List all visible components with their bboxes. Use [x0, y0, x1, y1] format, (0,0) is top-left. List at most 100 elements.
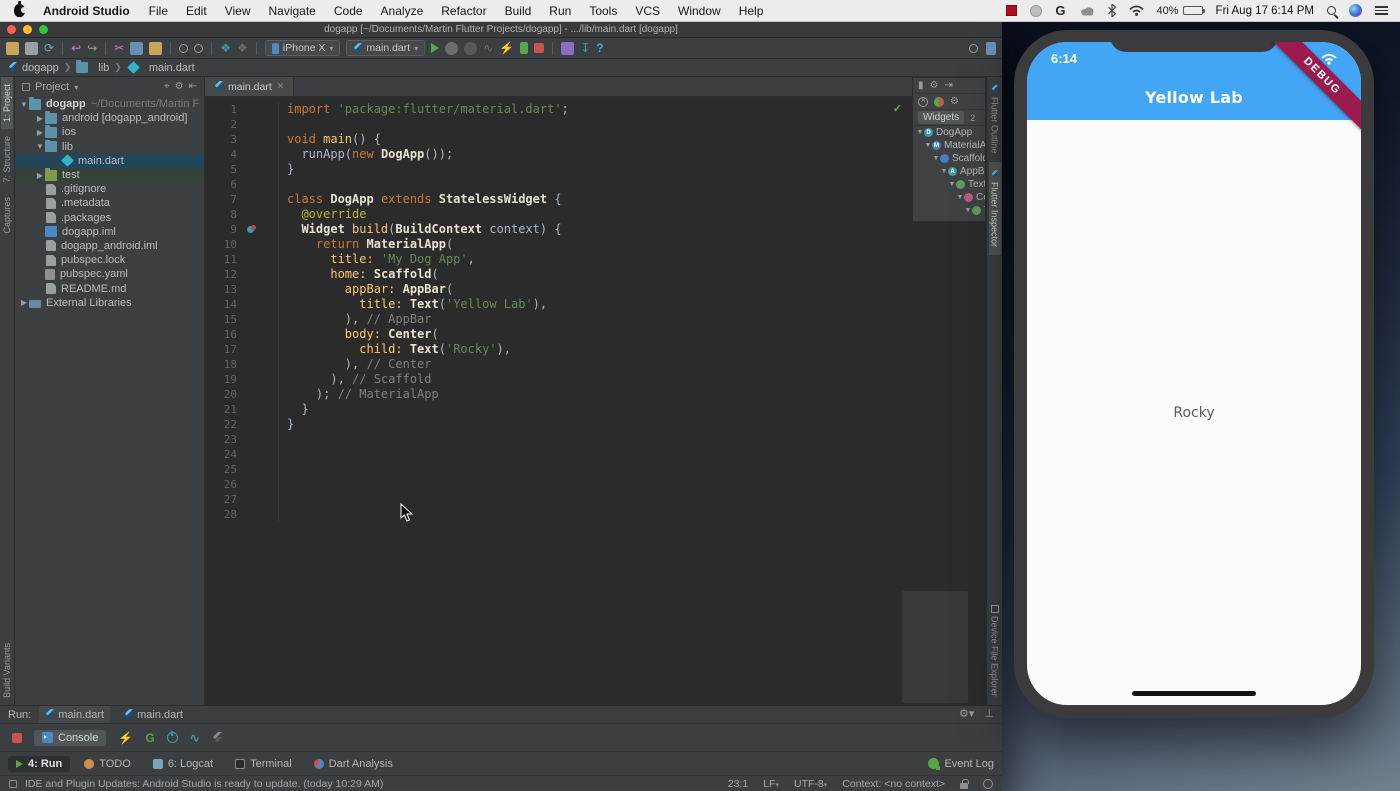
breadcrumb-item[interactable]: main.dart: [149, 62, 195, 74]
code-line-19[interactable]: 19 ), // Scaffold: [205, 372, 986, 387]
gutter[interactable]: [237, 282, 279, 297]
bluetooth-icon[interactable]: [1108, 4, 1116, 17]
tree-arrow-icon[interactable]: ▶: [35, 171, 45, 180]
breadcrumb-item[interactable]: lib: [98, 62, 109, 74]
code-line-10[interactable]: 10 return MaterialApp(: [205, 237, 986, 252]
tool-tab-flutter-inspector[interactable]: Flutter Inspector: [989, 162, 1001, 255]
tree-item-dogapp[interactable]: ▼dogapp~/Documents/Martin F: [15, 97, 204, 111]
project-panel-title[interactable]: Project: [35, 81, 69, 93]
tree-arrow-icon[interactable]: ▼: [19, 100, 29, 109]
gutter[interactable]: [237, 327, 279, 342]
code-line-11[interactable]: 11 title: 'My Dog App',: [205, 252, 986, 267]
menu-app-name[interactable]: Android Studio: [33, 4, 140, 18]
attach-device-icon[interactable]: [520, 42, 528, 54]
widget-tree-item-text[interactable]: ▼Text: [913, 178, 985, 191]
gutter[interactable]: [237, 177, 279, 192]
tree-item-readme.md[interactable]: README.md: [15, 281, 204, 295]
zoom-window-button[interactable]: [39, 25, 48, 34]
run-button[interactable]: [431, 43, 439, 53]
code-line-13[interactable]: 13 appBar: AppBar(: [205, 282, 986, 297]
tree-arrow-icon[interactable]: ▼: [948, 181, 956, 188]
lock-icon[interactable]: [960, 783, 968, 789]
flutter-attach-icon[interactable]: [212, 732, 222, 744]
gutter[interactable]: [237, 387, 279, 402]
gutter[interactable]: [237, 267, 279, 282]
status-circle-icon[interactable]: [1030, 5, 1042, 17]
gutter[interactable]: [237, 432, 279, 447]
paste-icon[interactable]: [149, 42, 162, 55]
settings-gear-icon[interactable]: ⚙: [950, 96, 959, 107]
code-line-23[interactable]: 23: [205, 432, 986, 447]
tree-item-external-libraries[interactable]: ▶External Libraries: [15, 296, 204, 310]
screen-record-icon[interactable]: [1006, 5, 1017, 16]
editor-tab-maindart[interactable]: main.dart ✕: [205, 77, 294, 96]
run-tab[interactable]: main.dart: [118, 706, 189, 723]
tool-tab-terminal[interactable]: Terminal: [227, 756, 300, 772]
tree-arrow-icon[interactable]: ▶: [35, 114, 45, 123]
tree-arrow-icon[interactable]: ▼: [932, 155, 940, 162]
tool-tab-captures[interactable]: Captures: [1, 190, 13, 241]
gutter[interactable]: [237, 102, 279, 117]
wifi-icon[interactable]: [1129, 5, 1144, 16]
gutter[interactable]: [237, 297, 279, 312]
gutter[interactable]: [237, 117, 279, 132]
menu-item-help[interactable]: Help: [730, 4, 773, 18]
tree-item-android-dogapp-android-[interactable]: ▶android [dogapp_android]: [15, 111, 204, 125]
app-quit-icon[interactable]: [167, 732, 178, 743]
gutter[interactable]: [237, 222, 279, 237]
tool-tab-6-logcat[interactable]: 6: Logcat: [145, 756, 221, 772]
menu-item-edit[interactable]: Edit: [177, 4, 216, 18]
toolwindow-toggle-icon[interactable]: [9, 780, 17, 788]
tree-arrow-icon[interactable]: ▼: [940, 168, 948, 175]
menu-bar-clock[interactable]: Fri Aug 17 6:14 PM: [1216, 5, 1314, 17]
project-structure-icon[interactable]: [986, 42, 996, 55]
debug-button[interactable]: [445, 42, 458, 55]
gutter[interactable]: [237, 462, 279, 477]
code-line-24[interactable]: 24: [205, 447, 986, 462]
code-line-15[interactable]: 15 ), // AppBar: [205, 312, 986, 327]
tool-tab-flutter-outline[interactable]: Flutter Outline: [989, 77, 1001, 162]
tree-item-pubspec.yaml[interactable]: pubspec.yaml: [15, 267, 204, 281]
tree-item-lib[interactable]: ▼lib: [15, 140, 204, 154]
hot-restart-icon[interactable]: G: [145, 731, 154, 745]
tree-item-dogapp-android.iml[interactable]: dogapp_android.iml: [15, 239, 204, 253]
code-line-16[interactable]: 16 body: Center(: [205, 327, 986, 342]
gutter[interactable]: [237, 372, 279, 387]
widget-tree-item-center[interactable]: ▼Center: [913, 191, 985, 204]
tool-tab-structure[interactable]: 7: Structure: [1, 129, 13, 190]
coverage-button[interactable]: [464, 42, 477, 55]
gutter[interactable]: [237, 477, 279, 492]
siri-icon[interactable]: [1349, 4, 1362, 17]
menu-item-refactor[interactable]: Refactor: [432, 4, 495, 18]
code-line-3[interactable]: 3void main() {: [205, 132, 986, 147]
gutter[interactable]: [237, 207, 279, 222]
tree-arrow-icon[interactable]: ▼: [35, 142, 45, 151]
widget-tree-item-appbar[interactable]: ▼AAppBar: [913, 165, 985, 178]
settings-gear-icon[interactable]: ⚙: [930, 80, 939, 91]
profiler-button[interactable]: ∿: [483, 42, 493, 54]
tool-tab-dart-analysis[interactable]: Dart Analysis: [306, 756, 401, 772]
caret-position[interactable]: 23:1: [728, 778, 748, 790]
code-line-25[interactable]: 25: [205, 462, 986, 477]
widgets-tab[interactable]: Widgets: [918, 111, 964, 124]
override-marker-icon[interactable]: [247, 226, 254, 233]
gutter[interactable]: [237, 447, 279, 462]
code-line-4[interactable]: 4 runApp(new DogApp());: [205, 147, 986, 162]
settings-gear-icon[interactable]: ⚙: [175, 82, 184, 92]
gutter[interactable]: [237, 507, 279, 522]
line-separator[interactable]: LF▾: [763, 778, 779, 790]
code-line-6[interactable]: 6: [205, 177, 986, 192]
gutter[interactable]: [237, 417, 279, 432]
code-line-22[interactable]: 22}: [205, 417, 986, 432]
tree-arrow-icon[interactable]: ▼: [956, 194, 964, 201]
stop-button[interactable]: [12, 733, 22, 743]
gutter[interactable]: [237, 492, 279, 507]
home-indicator[interactable]: [1132, 691, 1256, 696]
code-line-12[interactable]: 12 home: Scaffold(: [205, 267, 986, 282]
battery-indicator[interactable]: 40%: [1157, 5, 1203, 17]
context-indicator[interactable]: Context: <no context>: [842, 778, 945, 790]
gutter[interactable]: [237, 192, 279, 207]
menu-item-code[interactable]: Code: [325, 4, 372, 18]
gutter[interactable]: [237, 162, 279, 177]
comment-icon[interactable]: ▮: [918, 80, 924, 91]
